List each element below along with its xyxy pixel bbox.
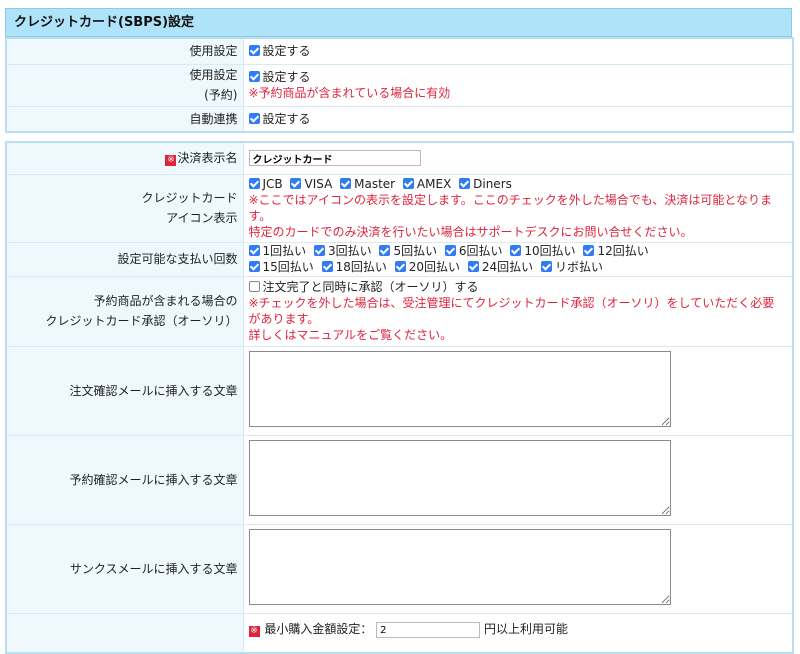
card-jcb-label[interactable]: JCB — [263, 177, 283, 191]
reserve-auth-checkbox-label[interactable]: 注文完了と同時に承認（オーソリ）する — [263, 280, 479, 294]
reserve-usage-label: 使用設定 (予約) — [5, 63, 244, 107]
order-mail-textarea[interactable] — [248, 350, 671, 427]
installment-5-label[interactable]: 5回払い — [393, 244, 437, 258]
usage-row: 使用設定 設定する — [5, 37, 794, 65]
installment-10-label[interactable]: 10回払い — [524, 244, 575, 258]
installment-1-label[interactable]: 1回払い — [263, 244, 307, 258]
payment-name-input[interactable] — [248, 150, 421, 166]
installment-18-checkbox[interactable] — [321, 261, 333, 272]
min-amount-row-label — [5, 612, 244, 654]
card-diners-label[interactable]: Diners — [473, 177, 512, 191]
thanks-mail-label: サンクスメールに挿入する文章 — [5, 523, 244, 614]
card-icons-row: クレジットカード アイコン表示 JCB VISA Master AMEX Din… — [5, 173, 794, 243]
reserve-usage-label-line2: (予約) — [204, 88, 238, 102]
installment-20-label[interactable]: 20回払い — [409, 260, 460, 274]
reserve-auth-row: 予約商品が含まれる場合の クレジットカード承認（オーソリ） 注文完了と同時に承認… — [5, 275, 794, 347]
card-amex-label[interactable]: AMEX — [417, 177, 451, 191]
installment-6-checkbox[interactable] — [444, 245, 456, 256]
thanks-mail-row: サンクスメールに挿入する文章 — [5, 523, 794, 614]
usage-label: 使用設定 — [5, 37, 244, 65]
card-icons-label-line2: アイコン表示 — [166, 211, 238, 225]
reserve-mail-textarea[interactable] — [248, 439, 671, 516]
auto-link-checkbox[interactable] — [248, 112, 260, 124]
card-icons-label-line1: クレジットカード — [141, 191, 238, 205]
reserve-usage-checkbox[interactable] — [248, 71, 260, 82]
card-visa-label[interactable]: VISA — [304, 177, 332, 191]
min-amount-input[interactable] — [376, 622, 481, 638]
installments-row: 設定可能な支払い回数 1回払い 3回払い 5回払い 6回払い 10回払い 12回… — [5, 241, 794, 277]
reserve-mail-label: 予約確認メールに挿入する文章 — [5, 434, 244, 525]
reserve-usage-label-line1: 使用設定 — [189, 68, 238, 82]
auto-link-row: 自動連携 設定する — [5, 105, 794, 133]
reserve-auth-note-line2: があります。 — [248, 312, 320, 326]
card-amex-checkbox[interactable] — [402, 178, 414, 189]
usage-checkbox-label[interactable]: 設定する — [263, 44, 311, 58]
min-amount-suffix: 円以上利用可能 — [484, 621, 569, 636]
min-amount-required-mark: ※ — [248, 625, 260, 637]
installment-3-label[interactable]: 3回払い — [328, 244, 372, 258]
installment-12-label[interactable]: 12回払い — [597, 244, 648, 258]
auto-link-checkbox-label[interactable]: 設定する — [263, 112, 311, 126]
required-mark: ※ — [165, 155, 177, 167]
card-jcb-checkbox[interactable] — [248, 178, 260, 189]
installments-label: 設定可能な支払い回数 — [5, 241, 244, 277]
auto-link-label: 自動連携 — [5, 105, 244, 133]
installment-20-checkbox[interactable] — [394, 261, 406, 272]
payment-name-label: ※ 決済表示名 — [5, 141, 244, 175]
installment-1-checkbox[interactable] — [248, 245, 260, 256]
order-mail-row: 注文確認メールに挿入する文章 — [5, 345, 794, 436]
order-mail-label: 注文確認メールに挿入する文章 — [5, 345, 244, 436]
payment-settings-table: ※決済表示名 クレジットカード アイコン表示 JCB VISA Master A… — [5, 141, 794, 654]
installment-10-checkbox[interactable] — [510, 245, 522, 256]
payment-name-label-text: 決済表示名 — [177, 151, 238, 166]
installment-revolving-label[interactable]: リボ払い — [555, 260, 603, 274]
card-diners-checkbox[interactable] — [459, 178, 471, 189]
basic-settings-table: 使用設定 設定する 使用設定 (予約) 設定する ※予約商品が含まれている場合に… — [5, 37, 794, 133]
installment-15-checkbox[interactable] — [248, 261, 260, 272]
min-amount-label: 最小購入金額設定： — [264, 621, 373, 636]
card-master-checkbox[interactable] — [340, 178, 352, 189]
installment-15-label[interactable]: 15回払い — [263, 260, 314, 274]
reserve-auth-label-line2: クレジットカード承認（オーソリ） — [45, 314, 238, 328]
card-master-label[interactable]: Master — [354, 177, 395, 191]
installment-12-checkbox[interactable] — [583, 245, 595, 256]
installment-6-label[interactable]: 6回払い — [459, 244, 503, 258]
card-icons-note-line2: す。 — [248, 209, 272, 223]
section-title: クレジットカード(SBPS)設定 — [5, 8, 792, 37]
usage-checkbox[interactable] — [248, 45, 260, 57]
card-icons-note-line1: ※ここではアイコンの表示を設定します。ここのチェックを外した場合でも、決済は可能… — [248, 193, 773, 207]
payment-name-row: ※ 決済表示名 — [5, 141, 794, 175]
card-icons-label: クレジットカード アイコン表示 — [5, 173, 244, 243]
reserve-auth-checkbox[interactable] — [248, 281, 260, 292]
reserve-auth-label: 予約商品が含まれる場合の クレジットカード承認（オーソリ） — [5, 275, 244, 347]
reserve-usage-row: 使用設定 (予約) 設定する ※予約商品が含まれている場合に有効 — [5, 63, 794, 107]
reserve-auth-note-line1: ※チェックを外した場合は、受注管理にてクレジットカード承認（オーソリ）をしていた… — [248, 296, 775, 310]
installment-24-checkbox[interactable] — [467, 261, 479, 272]
installment-18-label[interactable]: 18回払い — [336, 260, 387, 274]
min-amount-row: ※ 最小購入金額設定： 円以上利用可能 — [5, 612, 794, 654]
reserve-auth-note-line3: 詳しくはマニュアルをご覧ください。 — [248, 328, 453, 342]
reserve-usage-checkbox-label[interactable]: 設定する — [263, 70, 311, 84]
reserve-usage-note: ※予約商品が含まれている場合に有効 — [248, 86, 451, 100]
installment-24-label[interactable]: 24回払い — [482, 260, 533, 274]
reserve-auth-label-line1: 予約商品が含まれる場合の — [93, 294, 238, 308]
reserve-mail-row: 予約確認メールに挿入する文章 — [5, 434, 794, 525]
installment-3-checkbox[interactable] — [313, 245, 325, 256]
installment-revolving-checkbox[interactable] — [540, 261, 552, 272]
card-visa-checkbox[interactable] — [290, 178, 302, 189]
thanks-mail-textarea[interactable] — [248, 528, 671, 605]
card-icons-note-line3: 特定のカードでのみ決済を行いたい場合はサポートデスクにお問い合せください。 — [248, 225, 693, 239]
installment-5-checkbox[interactable] — [379, 245, 391, 256]
